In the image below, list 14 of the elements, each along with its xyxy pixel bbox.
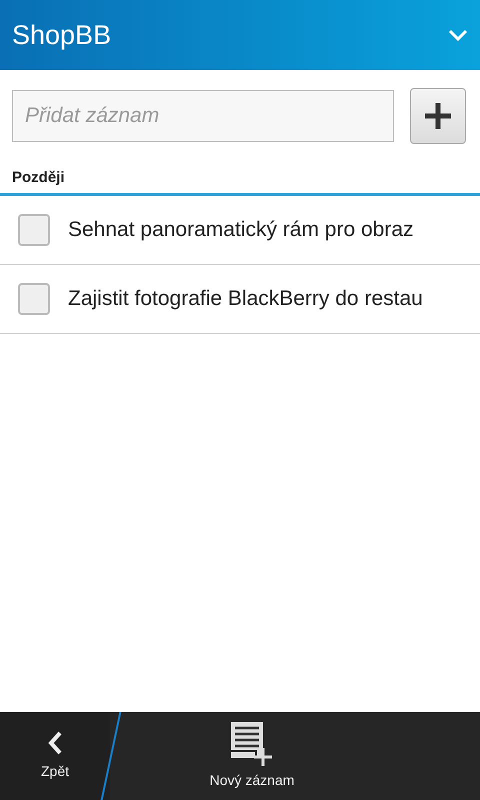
back-button[interactable]: Zpět: [0, 712, 110, 800]
back-icon: [47, 730, 63, 754]
plus-icon: [423, 101, 453, 131]
add-item-field[interactable]: Přidat záznam: [12, 90, 394, 142]
checkbox[interactable]: [18, 214, 50, 246]
item-text: Sehnat panoramatický rám pro obraz: [68, 217, 414, 244]
checkbox[interactable]: [18, 283, 50, 315]
app-title: ShopBB: [12, 18, 112, 52]
document-add-icon: [231, 722, 273, 766]
add-button[interactable]: [410, 88, 466, 144]
item-text: Zajistit fotografie BlackBerry do restau: [68, 286, 423, 312]
chevron-down-icon[interactable]: [448, 29, 468, 41]
new-item-button[interactable]: Nový záznam: [112, 712, 392, 800]
section-header: Později: [12, 169, 65, 186]
